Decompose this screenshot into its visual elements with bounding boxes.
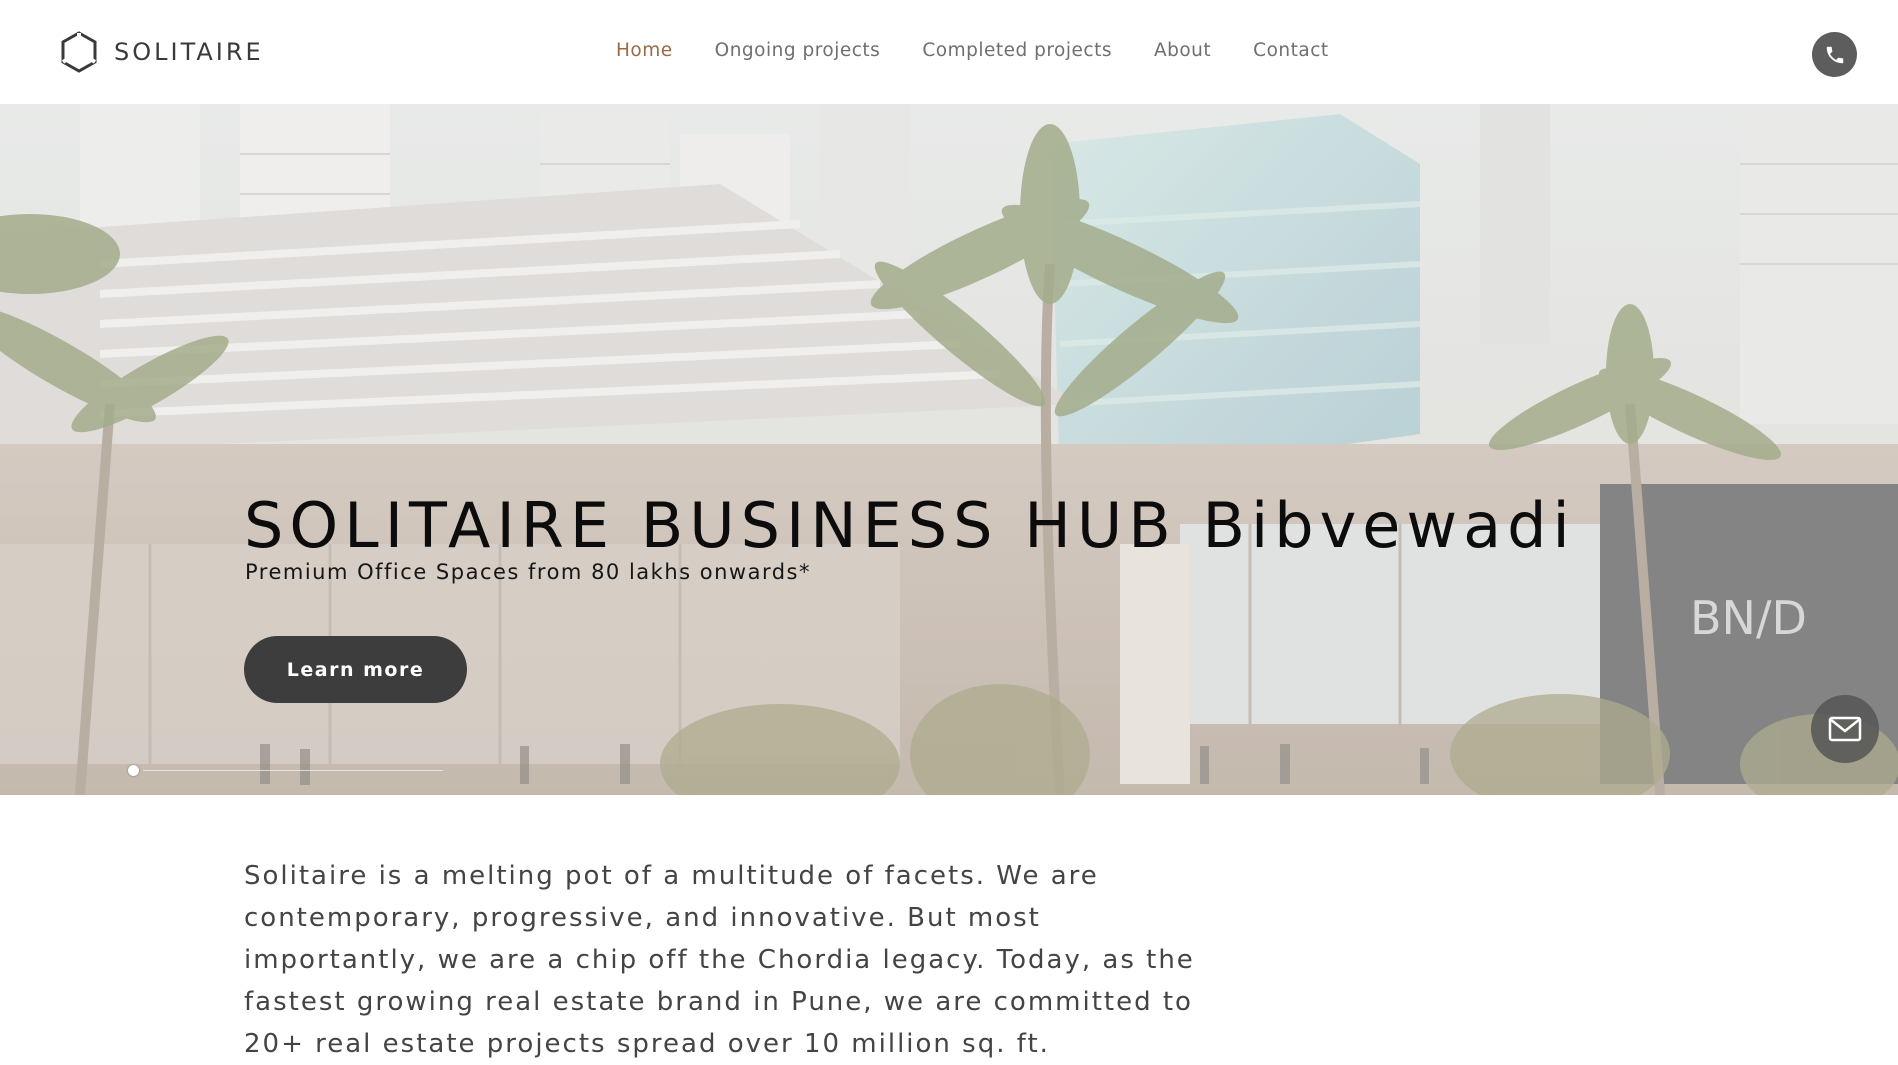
- learn-more-button[interactable]: Learn more: [244, 636, 467, 703]
- hexagon-logo-icon: [61, 31, 97, 73]
- slider-progress-track: [143, 770, 443, 771]
- nav-item-home[interactable]: Home: [616, 40, 673, 61]
- site-header: SOLITAIRE Home Ongoing projects Complete…: [0, 0, 1898, 104]
- slider-dot-active[interactable]: [128, 765, 139, 776]
- envelope-icon: [1828, 716, 1862, 742]
- slider-pagination: [128, 763, 558, 777]
- mail-button[interactable]: [1811, 695, 1879, 763]
- main-nav: Home Ongoing projects Completed projects…: [616, 40, 1371, 61]
- hero-subtitle: Premium Office Spaces from 80 lakhs onwa…: [245, 560, 811, 584]
- nav-item-ongoing-projects[interactable]: Ongoing projects: [715, 40, 881, 61]
- hero-slider: BN/D SOLITAIRE BUSINESS HUB Bibvewadi Pr…: [0, 104, 1898, 795]
- hero-title: SOLITAIRE BUSINESS HUB Bibvewadi: [244, 489, 1576, 562]
- phone-button[interactable]: [1812, 32, 1857, 77]
- intro-paragraph: Solitaire is a melting pot of a multitud…: [244, 861, 1195, 1059]
- nav-item-completed-projects[interactable]: Completed projects: [922, 40, 1112, 61]
- nav-item-contact[interactable]: Contact: [1253, 40, 1328, 61]
- brand-logo[interactable]: SOLITAIRE: [60, 31, 264, 73]
- brand-name: SOLITAIRE: [114, 38, 264, 66]
- nav-item-about[interactable]: About: [1154, 40, 1211, 61]
- phone-icon: [1826, 46, 1843, 63]
